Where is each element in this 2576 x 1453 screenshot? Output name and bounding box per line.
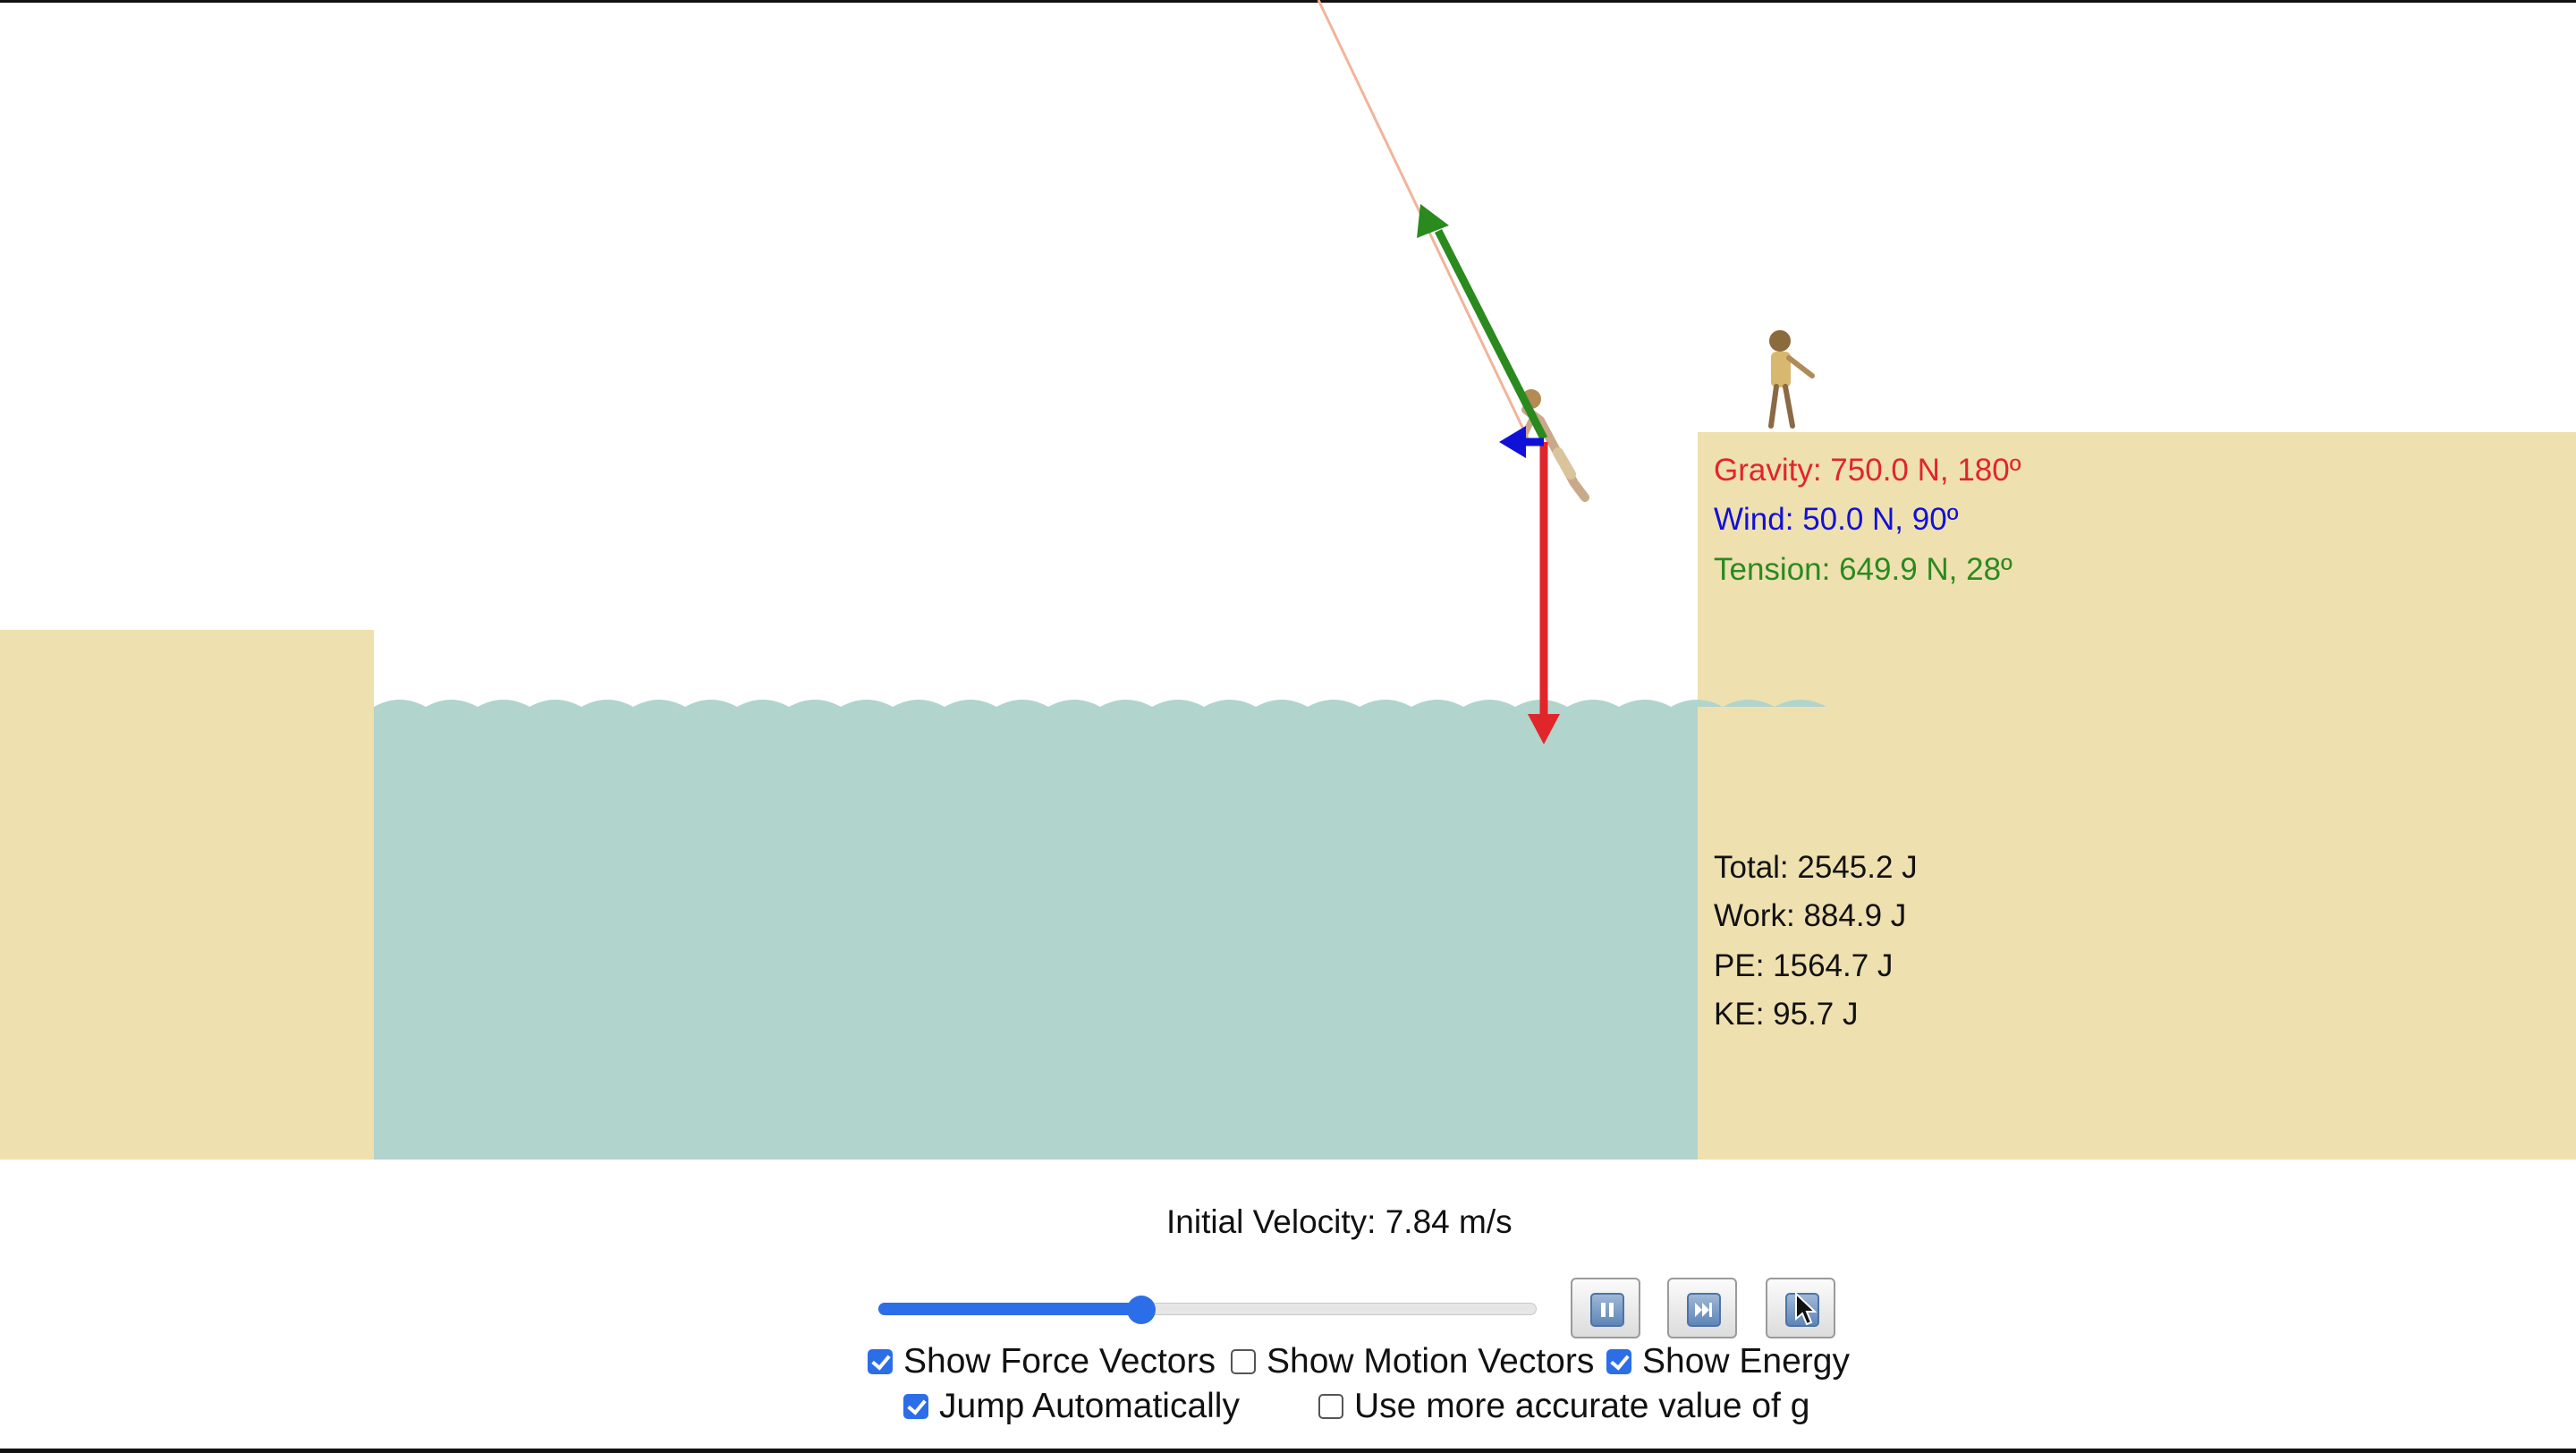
wind-readout: Wind: 50.0 N, 90º <box>1714 502 1959 537</box>
checkbox-checked-icon[interactable] <box>1606 1349 1631 1374</box>
mouse-cursor-icon <box>1795 1292 1818 1326</box>
pause-icon <box>1590 1293 1624 1327</box>
checkbox-label: Jump Automatically <box>939 1387 1240 1425</box>
checkbox-checked-icon[interactable] <box>868 1349 893 1374</box>
slider-fill <box>878 1303 1142 1315</box>
checkbox-label: Show Energy <box>1642 1342 1850 1381</box>
reset-button[interactable] <box>1766 1278 1835 1338</box>
initial-velocity-slider[interactable] <box>878 1296 1537 1324</box>
step-forward-button[interactable] <box>1667 1278 1737 1338</box>
left-cliff <box>0 630 374 1160</box>
right-cliff <box>1698 432 2576 1160</box>
simulation-scene <box>0 0 2576 1160</box>
pause-button[interactable] <box>1571 1278 1640 1338</box>
checkbox-label: Use more accurate value of g <box>1354 1387 1810 1425</box>
gravity-readout: Gravity: 750.0 N, 180º <box>1714 453 2021 488</box>
potential-energy-readout: PE: 1564.7 J <box>1714 948 1894 983</box>
rope-swing-simulation: Gravity: 750.0 N, 180º Wind: 50.0 N, 90º… <box>0 0 2576 1453</box>
total-energy-readout: Total: 2545.2 J <box>1714 850 1918 885</box>
slider-thumb[interactable] <box>1127 1296 1157 1324</box>
checkbox-label: Show Motion Vectors <box>1267 1342 1595 1381</box>
work-readout: Work: 884.9 J <box>1714 898 1907 933</box>
checkbox-label: Show Force Vectors <box>903 1342 1216 1381</box>
checkbox-unchecked-icon[interactable] <box>1231 1349 1256 1374</box>
tension-readout: Tension: 649.9 N, 28º <box>1714 552 2012 587</box>
checkbox-checked-icon[interactable] <box>903 1394 928 1419</box>
standing-person-icon <box>1768 330 1815 429</box>
kinetic-energy-readout: KE: 95.7 J <box>1714 997 1859 1032</box>
step-forward-icon <box>1687 1293 1721 1327</box>
initial-velocity-label: Initial Velocity: 7.84 m/s <box>1166 1203 1513 1240</box>
checkbox-unchecked-icon[interactable] <box>1318 1394 1343 1419</box>
gravity-vector <box>1528 442 1560 744</box>
bottom-border <box>0 1449 2576 1453</box>
tension-vector <box>1417 204 1548 441</box>
water <box>374 700 1826 1160</box>
